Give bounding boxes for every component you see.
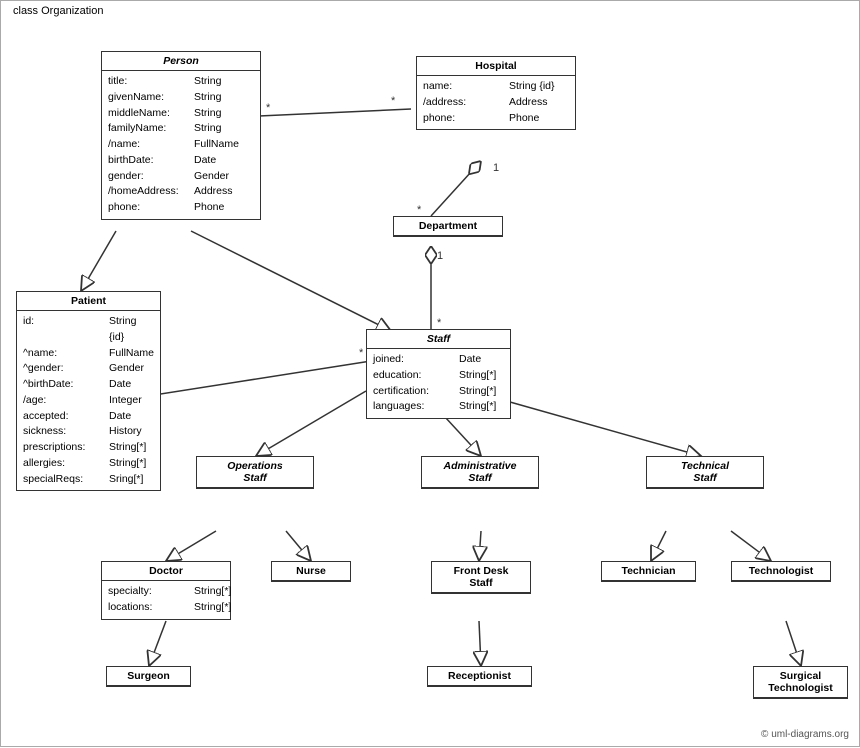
class-hospital-header: Hospital [417,57,575,76]
class-receptionist: Receptionist [427,666,532,687]
class-department-header: Department [394,217,502,236]
class-doctor-header: Doctor [102,562,230,581]
class-nurse-header: Nurse [272,562,350,581]
class-nurse: Nurse [271,561,351,582]
class-administrative-staff-header: AdministrativeStaff [422,457,538,488]
class-patient-header: Patient [17,292,160,311]
class-front-desk-staff-header: Front DeskStaff [432,562,530,593]
diagram-container: class Organization * * 1 * [0,0,860,747]
class-technician: Technician [601,561,696,582]
class-technical-staff-header: TechnicalStaff [647,457,763,488]
class-technical-staff: TechnicalStaff [646,456,764,489]
class-staff: Staff joined:Date education:String[*] ce… [366,329,511,419]
class-person-body: title:String givenName:String middleName… [102,71,260,219]
class-person-header: Person [102,52,260,71]
class-doctor-body: specialty:String[*] locations:String[*] [102,581,230,619]
class-person: Person title:String givenName:String mid… [101,51,261,220]
class-surgical-technologist: SurgicalTechnologist [753,666,848,699]
class-surgeon: Surgeon [106,666,191,687]
class-front-desk-staff: Front DeskStaff [431,561,531,594]
svg-text:1: 1 [437,250,443,262]
footer: © uml-diagrams.org [761,729,849,740]
class-surgical-technologist-header: SurgicalTechnologist [754,667,847,698]
class-hospital: Hospital name:String {id} /address:Addre… [416,56,576,130]
svg-text:*: * [391,95,396,107]
class-receptionist-header: Receptionist [428,667,531,686]
class-operations-staff: OperationsStaff [196,456,314,489]
svg-text:*: * [437,317,442,329]
svg-text:*: * [359,347,364,359]
class-doctor: Doctor specialty:String[*] locations:Str… [101,561,231,620]
class-operations-staff-header: OperationsStaff [197,457,313,488]
class-surgeon-header: Surgeon [107,667,190,686]
class-staff-body: joined:Date education:String[*] certific… [367,349,510,418]
class-administrative-staff: AdministrativeStaff [421,456,539,489]
class-hospital-body: name:String {id} /address:Address phone:… [417,76,575,129]
class-technologist: Technologist [731,561,831,582]
class-technician-header: Technician [602,562,695,581]
diagram-title: class Organization [9,5,108,17]
svg-text:*: * [417,204,422,216]
svg-text:*: * [266,102,271,114]
class-department: Department [393,216,503,237]
svg-text:1: 1 [493,162,499,174]
class-patient: Patient id:String {id} ^name:FullName ^g… [16,291,161,491]
class-patient-body: id:String {id} ^name:FullName ^gender:Ge… [17,311,160,490]
class-staff-header: Staff [367,330,510,349]
class-technologist-header: Technologist [732,562,830,581]
